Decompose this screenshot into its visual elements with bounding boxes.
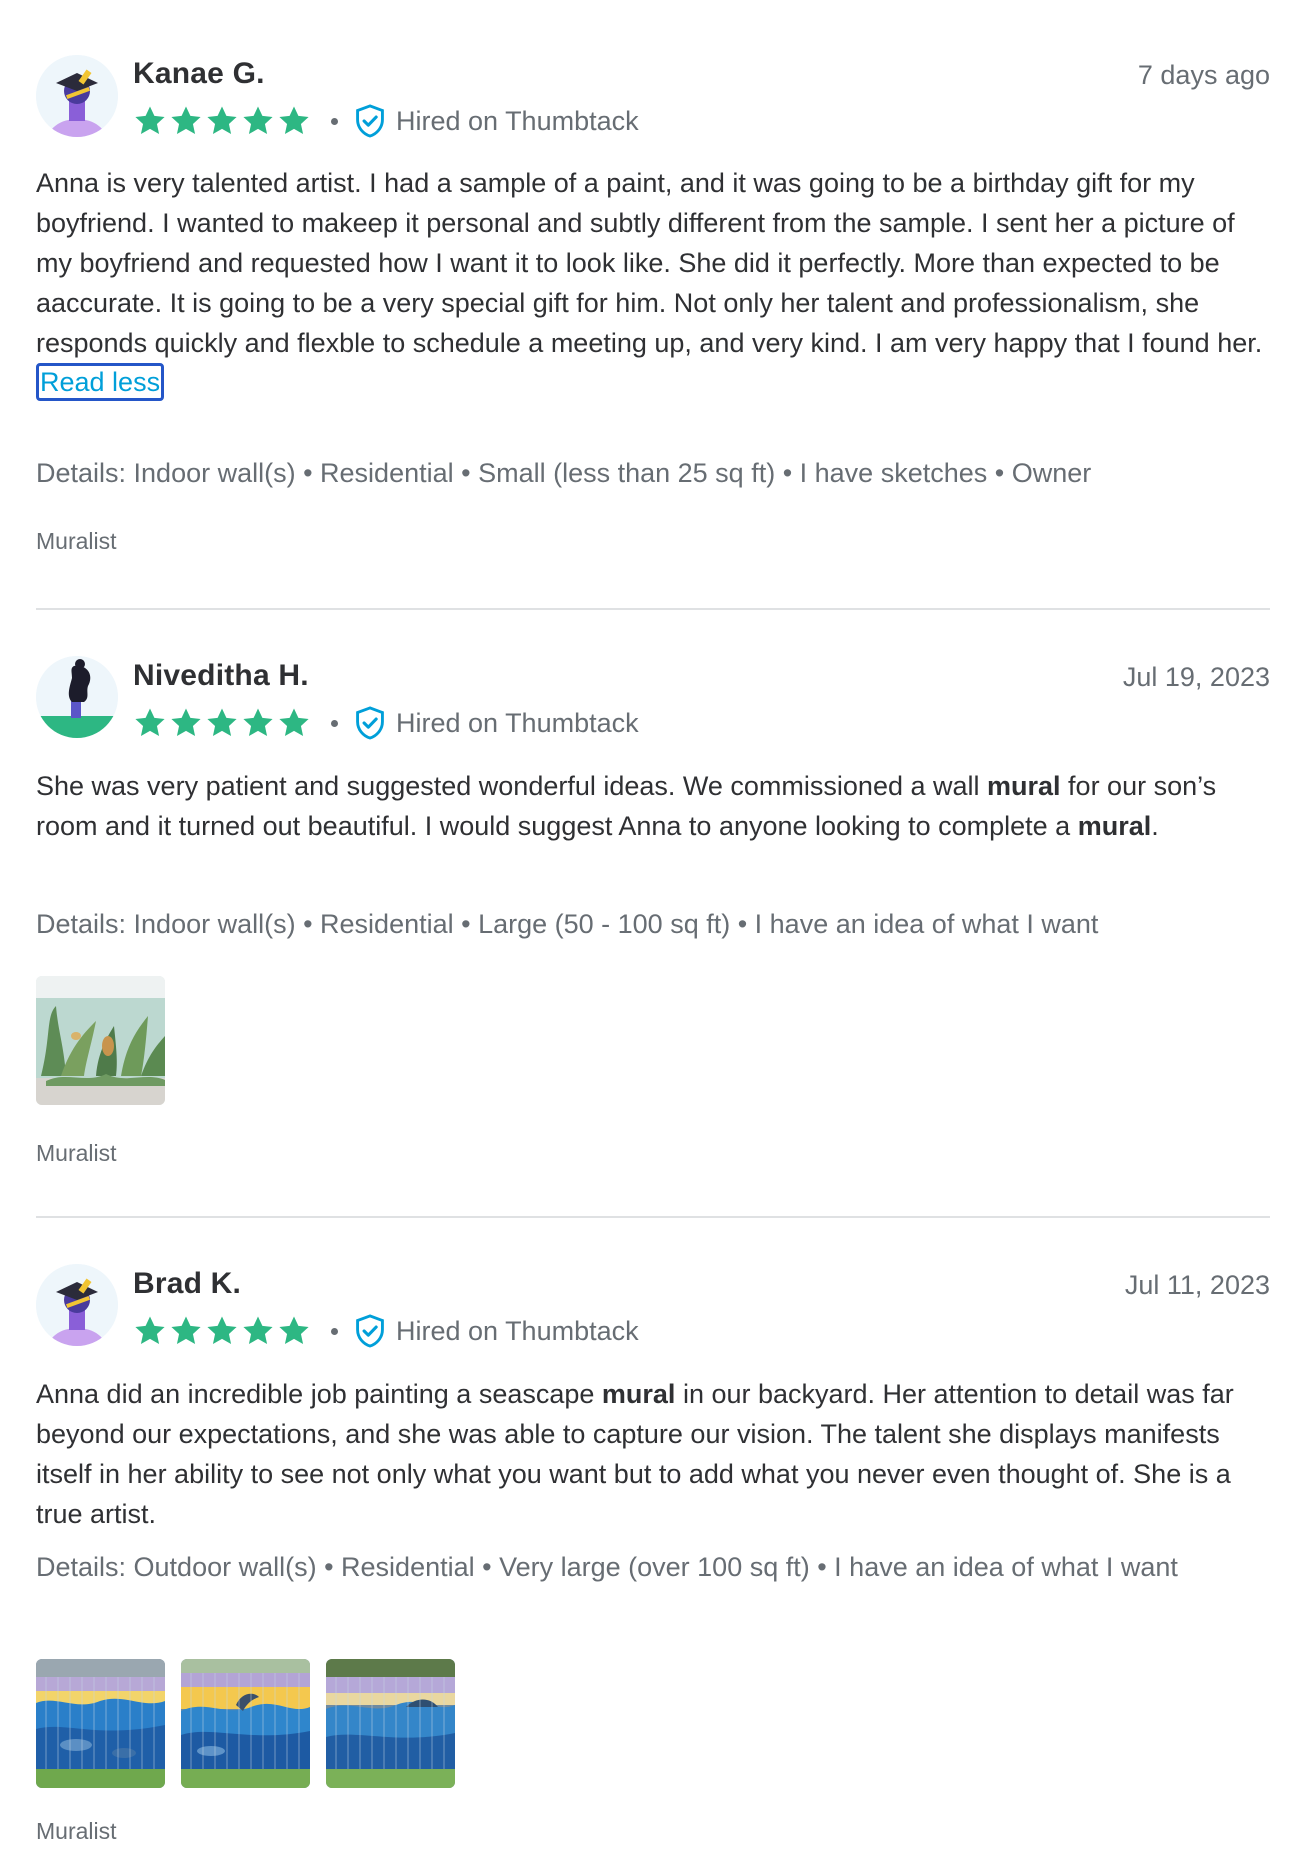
separator-dot [331, 1327, 338, 1335]
star-icon [133, 1314, 167, 1348]
star-rating [133, 706, 311, 740]
verified-shield-icon [354, 706, 386, 740]
verified-shield-icon [354, 1314, 386, 1348]
review-photo[interactable] [36, 1659, 165, 1788]
job-details: Details: Outdoor wall(s) • Residential •… [36, 1552, 1178, 1582]
review-photos [36, 976, 165, 1105]
reviewer-name: Brad K. [133, 1267, 242, 1300]
avatar-graduate-icon [36, 1264, 118, 1346]
job-details: Details: Indoor wall(s) • Residential • … [36, 458, 1092, 488]
review-text: Anna did an incredible job painting a se… [36, 1374, 1270, 1534]
star-icon [169, 706, 203, 740]
seascape-fence-photo-1 [36, 1659, 165, 1788]
read-less-link[interactable]: Read less [36, 363, 165, 401]
star-icon [169, 104, 203, 138]
review-text-segment: Anna did an incredible job painting a se… [36, 1379, 602, 1409]
job-details: Details: Indoor wall(s) • Residential • … [36, 909, 1099, 939]
review-photo[interactable] [36, 976, 165, 1105]
highlighted-keyword: mural [1077, 811, 1152, 841]
reviewer-avatar [36, 55, 118, 137]
review-photo[interactable] [326, 1659, 455, 1788]
service-category: Muralist [36, 1140, 117, 1166]
review-card: Brad K. Jul 11, 2023 Hired on Thumbtack … [36, 1218, 1270, 1856]
star-icon [205, 706, 239, 740]
star-icon [205, 1314, 239, 1348]
review-text: She was very patient and suggested wonde… [36, 766, 1270, 846]
star-icon [241, 706, 275, 740]
reviewer-avatar [36, 656, 118, 738]
star-rating [133, 104, 311, 138]
hired-on-thumbtack-label: Hired on Thumbtack [396, 707, 639, 738]
star-icon [277, 1314, 311, 1348]
hired-on-thumbtack-label: Hired on Thumbtack [396, 1315, 639, 1346]
star-icon [277, 104, 311, 138]
reviewer-name: Niveditha H. [133, 659, 309, 692]
star-icon [169, 1314, 203, 1348]
separator-dot [331, 117, 338, 125]
separator-dot [331, 719, 338, 727]
hired-on-thumbtack-label: Hired on Thumbtack [396, 105, 639, 136]
avatar-graduate-icon [36, 55, 118, 137]
service-category: Muralist [36, 1818, 117, 1844]
review-date: Jul 19, 2023 [1122, 662, 1270, 692]
review-date: Jul 11, 2023 [1124, 1270, 1270, 1300]
highlighted-keyword: mural [987, 771, 1061, 801]
avatar-profile-icon [36, 656, 118, 738]
review-card: Kanae G. 7 days ago Hired on Thumbtack A… [36, 0, 1270, 610]
review-text-segment: . [1151, 811, 1159, 841]
rating-row: Hired on Thumbtack [133, 703, 639, 743]
highlighted-keyword: mural [601, 1379, 676, 1409]
review-text: Anna is very talented artist. I had a sa… [36, 168, 1263, 358]
star-icon [205, 104, 239, 138]
review-text-segment: She was very patient and suggested wonde… [36, 771, 988, 801]
review-card: Niveditha H. Jul 19, 2023 Hired on Thumb… [36, 610, 1270, 1216]
reviewer-name: Kanae G. [133, 57, 265, 90]
service-category: Muralist [36, 528, 117, 554]
review-photo[interactable] [181, 1659, 310, 1788]
star-icon [133, 104, 167, 138]
rating-row: Hired on Thumbtack [133, 1311, 639, 1351]
verified-shield-icon [354, 104, 386, 138]
star-rating [133, 1314, 311, 1348]
seascape-fence-photo-3 [326, 1659, 455, 1788]
seascape-fence-photo-2 [181, 1659, 310, 1788]
star-icon [133, 706, 167, 740]
star-icon [241, 104, 275, 138]
star-icon [241, 1314, 275, 1348]
star-icon [277, 706, 311, 740]
review-photos [36, 1659, 455, 1788]
jungle-mural-photo [36, 976, 165, 1105]
rating-row: Hired on Thumbtack [133, 101, 639, 141]
review-date: 7 days ago [1137, 60, 1270, 90]
reviewer-avatar [36, 1264, 118, 1346]
